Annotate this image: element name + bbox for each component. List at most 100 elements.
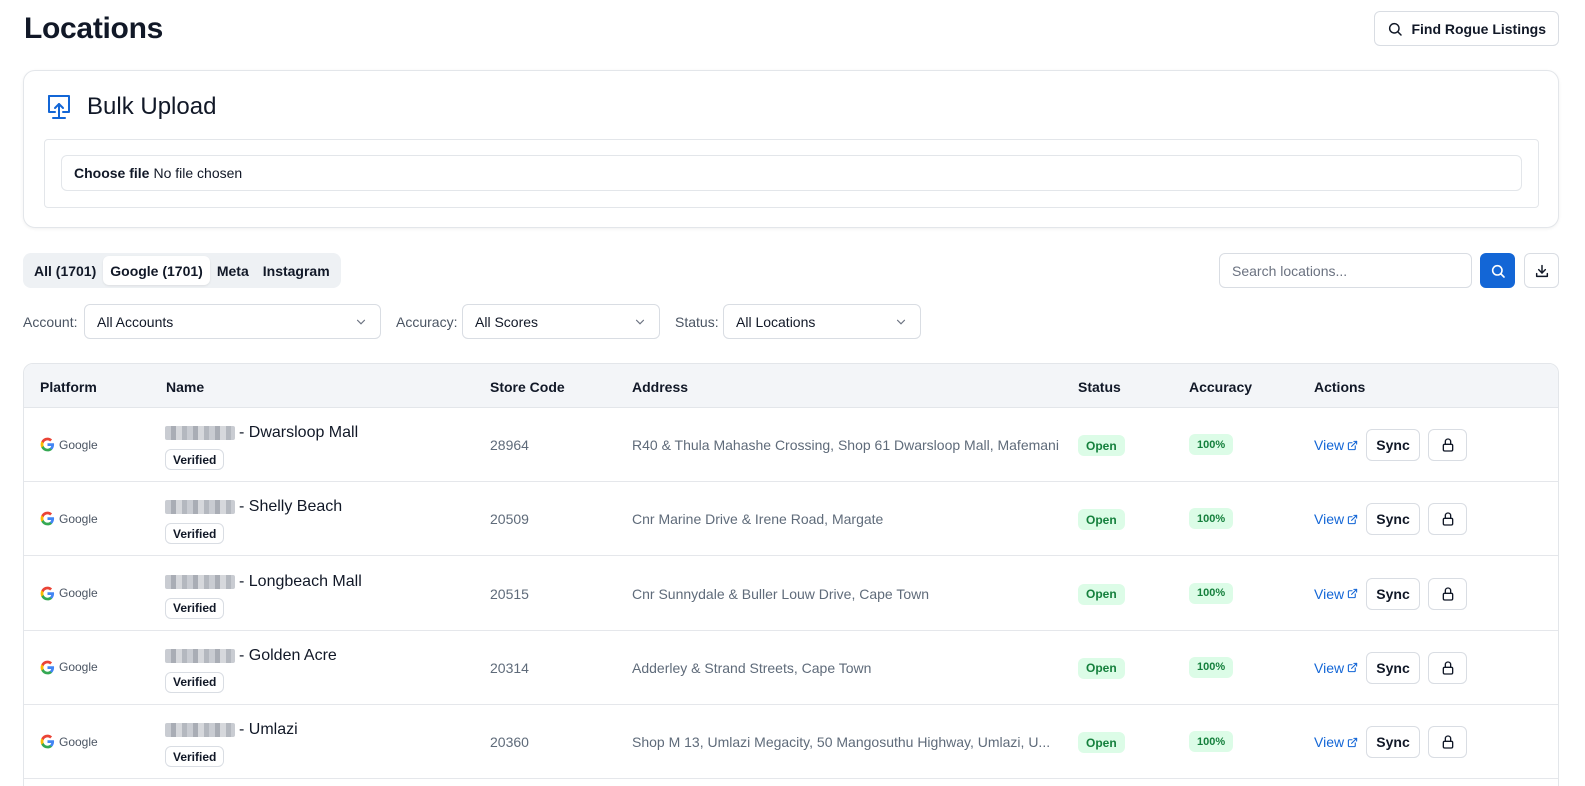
table-row: Google - Shelly Beach Verified 20509 Cnr… bbox=[24, 482, 1558, 557]
page-title: Locations bbox=[24, 12, 163, 45]
google-logo-icon bbox=[40, 660, 55, 675]
redacted-brand bbox=[165, 426, 235, 440]
platform-cell: Google bbox=[40, 511, 98, 526]
lock-button[interactable] bbox=[1428, 726, 1467, 759]
table-row: Google - Umlazi Verified 20360 Shop M 13… bbox=[24, 705, 1558, 780]
locations-table: Platform Name Store Code Address Status … bbox=[23, 363, 1559, 786]
sync-button[interactable]: Sync bbox=[1366, 577, 1420, 610]
platform-cell: Google bbox=[40, 437, 98, 452]
tab-google[interactable]: Google (1701) bbox=[103, 256, 210, 285]
platform-label: Google bbox=[59, 511, 98, 526]
verified-badge: Verified bbox=[165, 523, 225, 545]
address: Cnr Marine Drive & Irene Road, Margate bbox=[632, 511, 884, 528]
sync-button[interactable]: Sync bbox=[1366, 429, 1420, 461]
status-badge: Open bbox=[1078, 435, 1125, 456]
platform-cell: Google bbox=[40, 734, 98, 749]
view-link-label: View bbox=[1314, 585, 1345, 602]
table-row: Google - Longbeach Mall Verified 20515 C… bbox=[24, 557, 1558, 631]
platform-cell: Google bbox=[40, 660, 98, 675]
lock-button[interactable] bbox=[1428, 577, 1467, 610]
store-code: 20509 bbox=[490, 511, 529, 528]
google-logo-icon bbox=[40, 511, 55, 526]
location-name[interactable]: - Golden Acre bbox=[165, 647, 337, 665]
google-logo-icon bbox=[40, 437, 55, 452]
platform-label: Google bbox=[59, 437, 98, 452]
address: Cnr Sunnydale & Buller Louw Drive, Cape … bbox=[632, 585, 930, 602]
view-link[interactable]: View bbox=[1314, 511, 1358, 527]
accuracy-badge: 100% bbox=[1189, 434, 1234, 455]
download-button[interactable] bbox=[1524, 253, 1559, 288]
account-select-value: All Accounts bbox=[97, 313, 174, 330]
view-link-label: View bbox=[1314, 659, 1345, 676]
address: Shop M 13, Umlazi Megacity, 50 Mangosuth… bbox=[632, 734, 1051, 751]
platform-label: Google bbox=[59, 660, 98, 675]
store-code: 20515 bbox=[490, 585, 529, 602]
external-link-icon bbox=[1347, 440, 1358, 450]
sync-button[interactable]: Sync bbox=[1366, 726, 1420, 759]
view-link[interactable]: View bbox=[1314, 660, 1358, 676]
bulk-upload-header: Bulk Upload bbox=[45, 93, 216, 121]
view-link-label: View bbox=[1314, 734, 1345, 751]
accuracy-select[interactable]: All Scores bbox=[462, 304, 660, 339]
google-logo-icon bbox=[40, 586, 55, 600]
chevron-down-icon bbox=[896, 319, 906, 325]
status-select[interactable]: All Locations bbox=[723, 304, 921, 339]
location-name[interactable]: - Dwarsloop Mall bbox=[165, 424, 358, 442]
lock-icon bbox=[1442, 586, 1453, 601]
location-name[interactable]: - Longbeach Mall bbox=[165, 573, 362, 591]
verified-badge: Verified bbox=[165, 746, 225, 768]
search-button[interactable] bbox=[1480, 253, 1515, 288]
location-name[interactable]: - Shelly Beach bbox=[165, 498, 342, 516]
redacted-brand bbox=[165, 500, 235, 515]
view-link[interactable]: View bbox=[1314, 586, 1358, 602]
tab-meta[interactable]: Meta bbox=[210, 256, 256, 285]
location-name-text: - Umlazi bbox=[239, 721, 298, 739]
accuracy-badge: 100% bbox=[1189, 731, 1234, 753]
location-name[interactable]: - Umlazi bbox=[165, 721, 298, 739]
view-link-label: View bbox=[1314, 437, 1345, 453]
status-badge: Open bbox=[1078, 732, 1125, 754]
external-link-icon bbox=[1347, 663, 1358, 673]
download-icon bbox=[1535, 264, 1548, 277]
view-link[interactable]: View bbox=[1314, 437, 1358, 453]
find-rogue-listings-button[interactable]: Find Rogue Listings bbox=[1374, 11, 1559, 46]
search-input[interactable] bbox=[1219, 253, 1472, 288]
platform-label: Google bbox=[59, 734, 98, 749]
account-select[interactable]: All Accounts bbox=[84, 304, 381, 339]
sync-button[interactable]: Sync bbox=[1366, 651, 1420, 684]
column-header-status: Status bbox=[1078, 379, 1121, 395]
tab-instagram[interactable]: Instagram bbox=[256, 256, 337, 285]
lock-icon bbox=[1442, 661, 1453, 675]
bulk-upload-title: Bulk Upload bbox=[87, 93, 217, 120]
file-status-text: No file chosen bbox=[153, 165, 243, 181]
tab-all[interactable]: All (1701) bbox=[27, 256, 103, 285]
account-filter-label: Account: bbox=[23, 314, 78, 330]
address: Adderley & Strand Streets, Cape Town bbox=[632, 659, 872, 676]
status-badge: Open bbox=[1078, 583, 1125, 605]
location-name-text: - Dwarsloop Mall bbox=[239, 424, 359, 441]
location-name-text: - Shelly Beach bbox=[239, 498, 343, 516]
file-upload-area: Choose file No file chosen bbox=[44, 139, 1539, 208]
status-filter-label: Status: bbox=[675, 314, 719, 330]
platform-cell: Google bbox=[40, 586, 98, 601]
location-name-text: - Longbeach Mall bbox=[239, 572, 362, 590]
accuracy-select-value: All Scores bbox=[475, 313, 539, 330]
table-header: Platform Name Store Code Address Status … bbox=[24, 364, 1558, 408]
sync-button[interactable]: Sync bbox=[1366, 503, 1420, 536]
accuracy-badge: 100% bbox=[1189, 582, 1234, 604]
choose-file-button[interactable]: Choose file bbox=[74, 165, 149, 181]
store-code: 20314 bbox=[490, 659, 529, 676]
external-link-icon bbox=[1347, 737, 1358, 747]
lock-icon bbox=[1442, 438, 1453, 452]
lock-button[interactable] bbox=[1428, 503, 1467, 536]
search-icon bbox=[1491, 264, 1505, 278]
lock-button[interactable] bbox=[1428, 651, 1467, 684]
view-link[interactable]: View bbox=[1314, 734, 1358, 750]
file-input[interactable]: Choose file No file chosen bbox=[61, 155, 1522, 191]
location-name-text: - Golden Acre bbox=[239, 646, 337, 664]
lock-button[interactable] bbox=[1428, 429, 1467, 461]
platform-label: Google bbox=[59, 586, 98, 601]
status-badge: Open bbox=[1078, 509, 1125, 531]
find-rogue-listings-label: Find Rogue Listings bbox=[1411, 20, 1546, 37]
verified-badge: Verified bbox=[165, 597, 225, 619]
